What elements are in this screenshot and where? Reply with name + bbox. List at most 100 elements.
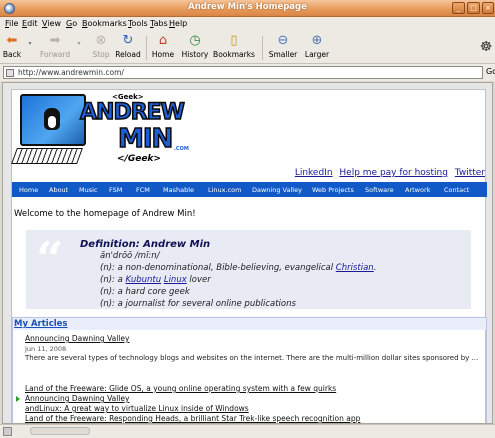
browser-viewport[interactable]: <Geek> ANDREW MIN .COM </Geek> LinkedIn … xyxy=(2,82,493,424)
twitter-link[interactable]: Twitter xyxy=(455,168,485,178)
linkedin-link[interactable]: LinkedIn xyxy=(295,168,333,178)
close-button[interactable]: × xyxy=(482,2,494,14)
toolbar-separator xyxy=(146,36,147,60)
site-header: <Geek> ANDREW MIN .COM </Geek> LinkedIn … xyxy=(11,90,487,182)
url-input[interactable]: http://www.andrewmin.com/ xyxy=(3,66,483,79)
nav-mashable[interactable]: Mashable xyxy=(163,186,194,194)
menu-tools[interactable]: Tools xyxy=(128,19,148,28)
menu-help[interactable]: Help xyxy=(169,19,187,28)
definition-text: (n): a xyxy=(100,275,126,285)
maximize-button[interactable]: □ xyxy=(467,2,480,14)
nav-about[interactable]: About xyxy=(49,186,68,194)
reload-button[interactable]: ↻ Reload xyxy=(114,33,142,59)
current-article-arrow-icon xyxy=(16,396,20,402)
top-links: LinkedIn Help me pay for hosting Twitter xyxy=(291,168,485,178)
menu-edit[interactable]: Edit xyxy=(22,19,38,28)
nav-software[interactable]: Software xyxy=(365,186,394,194)
minimize-button[interactable]: _ xyxy=(452,2,465,14)
articles-header-link[interactable]: My Articles xyxy=(14,319,67,329)
toolbar-separator xyxy=(262,36,263,60)
menu-bar: File Edit View Go Bookmarks Tools Tabs H… xyxy=(0,17,495,31)
bookmarks-label: Bookmarks xyxy=(213,50,255,59)
smaller-label: Smaller xyxy=(268,50,298,59)
nav-linux-com[interactable]: Linux.com xyxy=(208,186,241,194)
articles-header: My Articles xyxy=(13,318,486,330)
christian-link[interactable]: Christian xyxy=(336,263,374,273)
article-link[interactable]: andLinux: A great way to virtualize Linu… xyxy=(25,404,249,413)
menu-bookmarks[interactable]: Bookmarks xyxy=(82,19,127,28)
menu-go[interactable]: Go xyxy=(66,19,77,28)
web-page: <Geek> ANDREW MIN .COM </Geek> LinkedIn … xyxy=(11,89,487,423)
definition-text: lover xyxy=(186,275,211,285)
menu-view[interactable]: View xyxy=(42,19,61,28)
smaller-button[interactable]: ⊖ Smaller xyxy=(267,33,299,59)
site-nav: Home About Music FSM FCM Mashable Linux.… xyxy=(12,182,487,197)
definition-line: (n): a hard core geek xyxy=(100,287,190,297)
status-icon xyxy=(3,427,12,436)
nav-dawning-valley[interactable]: Dawning Valley xyxy=(252,186,302,194)
nav-music[interactable]: Music xyxy=(79,186,98,194)
hosting-donation-link[interactable]: Help me pay for hosting xyxy=(339,168,448,178)
stop-icon: ⊗ xyxy=(95,33,107,48)
go-button[interactable]: Go xyxy=(486,67,495,76)
url-text: http://www.andrewmin.com/ xyxy=(18,68,124,77)
kubuntu-link[interactable]: Kubuntu xyxy=(126,275,162,285)
stop-button[interactable]: ⊗ Stop xyxy=(90,33,112,59)
bookmarks-icon: ▯ xyxy=(230,33,238,48)
back-arrow-icon: ⬅ xyxy=(6,33,18,48)
forward-label: Forward xyxy=(40,50,71,59)
articles-panel: My Articles Announcing Dawning Valley Ju… xyxy=(12,317,487,423)
site-favicon-icon xyxy=(6,69,14,77)
nav-fcm[interactable]: FCM xyxy=(136,186,150,194)
logo-andrew-text[interactable]: ANDREW xyxy=(79,99,185,126)
reload-label: Reload xyxy=(115,50,141,59)
bookmarks-button[interactable]: ▯ Bookmarks xyxy=(213,33,255,59)
nav-fsm[interactable]: FSM xyxy=(109,186,122,194)
nav-web-projects[interactable]: Web Projects xyxy=(312,186,354,194)
history-clock-icon: ◷ xyxy=(189,33,201,48)
featured-article-title[interactable]: Announcing Dawning Valley xyxy=(25,334,129,343)
article-link[interactable]: Land of the Freeware: Glide OS, a young … xyxy=(25,384,336,393)
definition-text: (n): a non-denominational, Bible-believi… xyxy=(100,263,336,273)
history-button[interactable]: ◷ History xyxy=(180,33,210,59)
quote-mark-icon: “ xyxy=(36,232,64,288)
home-icon: ⌂ xyxy=(158,33,168,48)
larger-button[interactable]: ⊕ Larger xyxy=(303,33,331,59)
logo-monitor-image[interactable] xyxy=(20,94,86,146)
home-button[interactable]: ⌂ Home xyxy=(150,33,176,59)
nav-artwork[interactable]: Artwork xyxy=(405,186,430,194)
menu-file[interactable]: File xyxy=(5,19,18,28)
navigation-toolbar: ⬅ Back ▾ ➡ Forward ▾ ⊗ Stop ↻ Reload ⌂ H… xyxy=(0,31,495,64)
logo-dotcom-text: .COM xyxy=(174,146,189,152)
nav-home[interactable]: Home xyxy=(19,186,38,194)
menu-tabs[interactable]: Tabs xyxy=(150,19,168,28)
article-link[interactable]: Land of the Freeware: Responding Heads, … xyxy=(25,414,360,423)
forward-history-dropdown[interactable]: ▾ xyxy=(74,40,84,47)
zoom-in-icon: ⊕ xyxy=(311,33,323,48)
larger-label: Larger xyxy=(304,50,330,59)
address-bar: http://www.andrewmin.com/ Go xyxy=(0,64,495,81)
history-label: History xyxy=(181,50,209,59)
definition-text: . xyxy=(373,263,377,273)
title-bar: Andrew Min's Homepage _ □ × xyxy=(0,0,495,17)
logo-min-text[interactable]: MIN xyxy=(117,123,174,155)
definition-box: “ Definition: Andrew Min ăn'drōō /mĭ:n/ … xyxy=(26,230,471,309)
linux-link[interactable]: Linux xyxy=(164,275,187,285)
forward-button[interactable]: ➡ Forward xyxy=(40,33,70,59)
logo-keyboard-image xyxy=(11,148,83,164)
definition-line: (n): a journalist for several online pub… xyxy=(100,299,296,309)
definition-title: Definition: Andrew Min xyxy=(80,239,211,250)
stop-label: Stop xyxy=(92,50,110,59)
tux-penguin-icon xyxy=(44,108,60,130)
definition-line: (n): a Kubuntu Linux lover xyxy=(100,275,211,285)
status-bar xyxy=(0,424,495,438)
back-label: Back xyxy=(2,50,22,59)
horizontal-scrollbar[interactable] xyxy=(30,427,90,435)
pronunciation: ăn'drōō /mĭ:n/ xyxy=(100,251,160,261)
featured-article-excerpt: There are several types of technology bl… xyxy=(25,354,479,362)
back-history-dropdown[interactable]: ▾ xyxy=(25,40,35,47)
featured-article-date: Jun 11, 2008 xyxy=(25,345,67,353)
article-link[interactable]: Announcing Dawning Valley xyxy=(25,394,129,403)
back-button[interactable]: ⬅ Back xyxy=(2,33,22,59)
nav-contact[interactable]: Contact xyxy=(444,186,469,194)
